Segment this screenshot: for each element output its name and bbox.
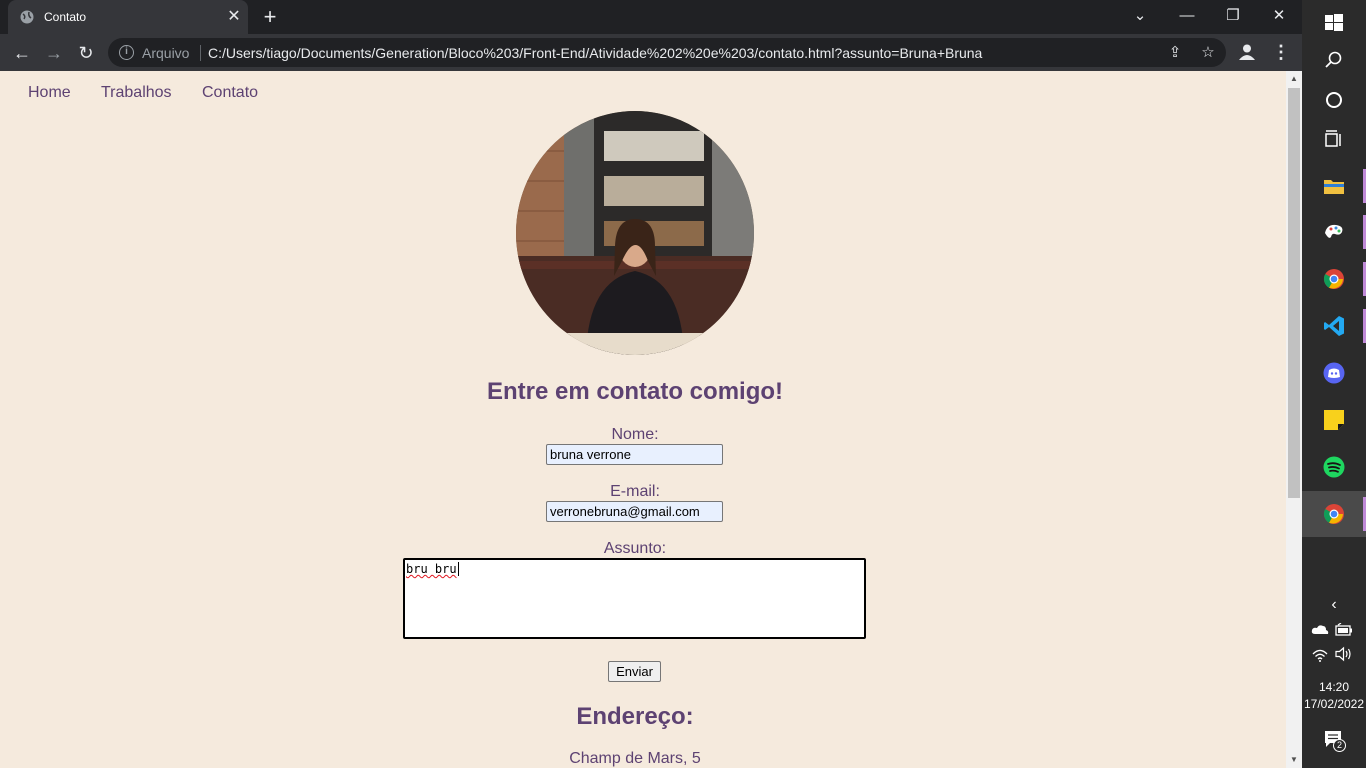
security-label: Arquivo bbox=[142, 45, 190, 61]
search-icon bbox=[1325, 51, 1342, 68]
browser-toolbar: ← → ↻ i Arquivo C:/Users/tiago/Documents… bbox=[0, 34, 1302, 71]
reload-icon[interactable]: ↻ bbox=[72, 39, 100, 67]
task-view-button[interactable] bbox=[1302, 117, 1366, 163]
nav-link-home[interactable]: Home bbox=[28, 84, 71, 102]
windows-start-icon bbox=[1325, 14, 1343, 31]
cortana-icon bbox=[1326, 92, 1342, 108]
taskbar-spotify[interactable] bbox=[1302, 444, 1366, 490]
email-label: E-mail: bbox=[610, 483, 660, 500]
file-explorer-icon bbox=[1324, 180, 1344, 194]
page-viewport: Home Trabalhos Contato Entre em contato … bbox=[0, 71, 1286, 768]
chrome-icon bbox=[1323, 504, 1344, 524]
taskbar-paint[interactable] bbox=[1302, 209, 1366, 255]
name-field[interactable] bbox=[546, 444, 723, 465]
nav-link-trabalhos[interactable]: Trabalhos bbox=[101, 84, 172, 102]
url-text[interactable]: C:/Users/tiago/Documents/Generation/Bloc… bbox=[208, 45, 982, 61]
paint-icon bbox=[1325, 224, 1343, 238]
action-center-button[interactable]: 2 bbox=[1324, 730, 1348, 754]
taskbar-vscode[interactable] bbox=[1302, 303, 1366, 349]
omnibox-divider bbox=[200, 45, 201, 61]
taskbar-chrome-profile[interactable] bbox=[1302, 256, 1366, 302]
text-cursor bbox=[457, 562, 459, 576]
subject-text: bru bru bbox=[406, 562, 457, 576]
onedrive-icon[interactable] bbox=[1311, 623, 1329, 635]
info-icon[interactable]: i bbox=[119, 45, 134, 60]
back-icon[interactable]: ← bbox=[8, 39, 36, 67]
tab-contato[interactable]: Contato ✕ bbox=[8, 0, 248, 34]
chrome-icon bbox=[1323, 269, 1344, 289]
restore-icon[interactable]: ❐ bbox=[1210, 0, 1256, 34]
window-close-icon[interactable]: ✕ bbox=[1256, 0, 1302, 34]
task-view-icon bbox=[1325, 130, 1341, 147]
email-field[interactable] bbox=[546, 501, 723, 522]
globe-icon bbox=[20, 10, 34, 24]
browser-window: Contato ✕ + ⌄ — ❐ ✕ ← → ↻ i Arquivo C:/U… bbox=[0, 0, 1302, 768]
subject-label: Assunto: bbox=[603, 540, 667, 557]
clock-date[interactable]: 17/02/2022 bbox=[1302, 697, 1366, 711]
clock-time[interactable]: 14:20 bbox=[1302, 680, 1366, 694]
more-options-icon[interactable]: ⋮ bbox=[1271, 39, 1291, 65]
discord-icon bbox=[1323, 362, 1345, 384]
profile-icon[interactable] bbox=[1237, 42, 1257, 62]
vscode-icon bbox=[1324, 316, 1344, 336]
close-icon[interactable]: ✕ bbox=[224, 7, 244, 27]
name-label: Nome: bbox=[611, 426, 659, 443]
bookmark-star-icon[interactable]: ☆ bbox=[1199, 44, 1217, 62]
volume-icon[interactable] bbox=[1335, 646, 1353, 662]
taskbar-file-explorer[interactable] bbox=[1302, 163, 1366, 209]
profile-photo bbox=[516, 111, 754, 355]
windows-taskbar: ‹ 14:20 17/02/2022 2 bbox=[1302, 0, 1366, 768]
tab-title: Contato bbox=[44, 10, 87, 24]
scroll-thumb[interactable] bbox=[1288, 88, 1300, 498]
notification-badge: 2 bbox=[1333, 739, 1346, 752]
minimize-icon[interactable]: — bbox=[1164, 0, 1210, 34]
taskbar-discord[interactable] bbox=[1302, 350, 1366, 396]
new-tab-icon[interactable]: + bbox=[258, 6, 282, 30]
tab-strip: Contato ✕ + ⌄ — ❐ ✕ bbox=[0, 0, 1302, 34]
battery-icon[interactable] bbox=[1335, 623, 1353, 636]
spotify-icon bbox=[1323, 456, 1345, 478]
taskbar-chrome-active[interactable] bbox=[1302, 491, 1366, 537]
sticky-notes-icon bbox=[1324, 410, 1344, 430]
address-line: Champ de Mars, 5 bbox=[569, 750, 701, 767]
subject-textarea[interactable]: bru bru bbox=[403, 558, 866, 639]
scroll-down-icon[interactable]: ▼ bbox=[1286, 752, 1302, 768]
taskbar-sticky-notes[interactable] bbox=[1302, 397, 1366, 443]
tab-search-icon[interactable]: ⌄ bbox=[1117, 0, 1163, 34]
share-icon[interactable]: ⇪ bbox=[1166, 44, 1184, 62]
page-scrollbar[interactable]: ▲ ▼ bbox=[1286, 71, 1302, 768]
show-hidden-icons-chevron-icon[interactable]: ‹ bbox=[1326, 596, 1342, 614]
address-bar[interactable]: i Arquivo C:/Users/tiago/Documents/Gener… bbox=[108, 38, 1226, 67]
page-title: Entre em contato comigo! bbox=[486, 378, 784, 405]
submit-button[interactable]: Enviar bbox=[608, 661, 661, 682]
nav-link-contato[interactable]: Contato bbox=[202, 84, 258, 102]
address-heading: Endereço: bbox=[576, 703, 694, 730]
scroll-up-icon[interactable]: ▲ bbox=[1286, 71, 1302, 87]
forward-icon[interactable]: → bbox=[40, 39, 68, 67]
wifi-icon[interactable] bbox=[1312, 648, 1328, 662]
